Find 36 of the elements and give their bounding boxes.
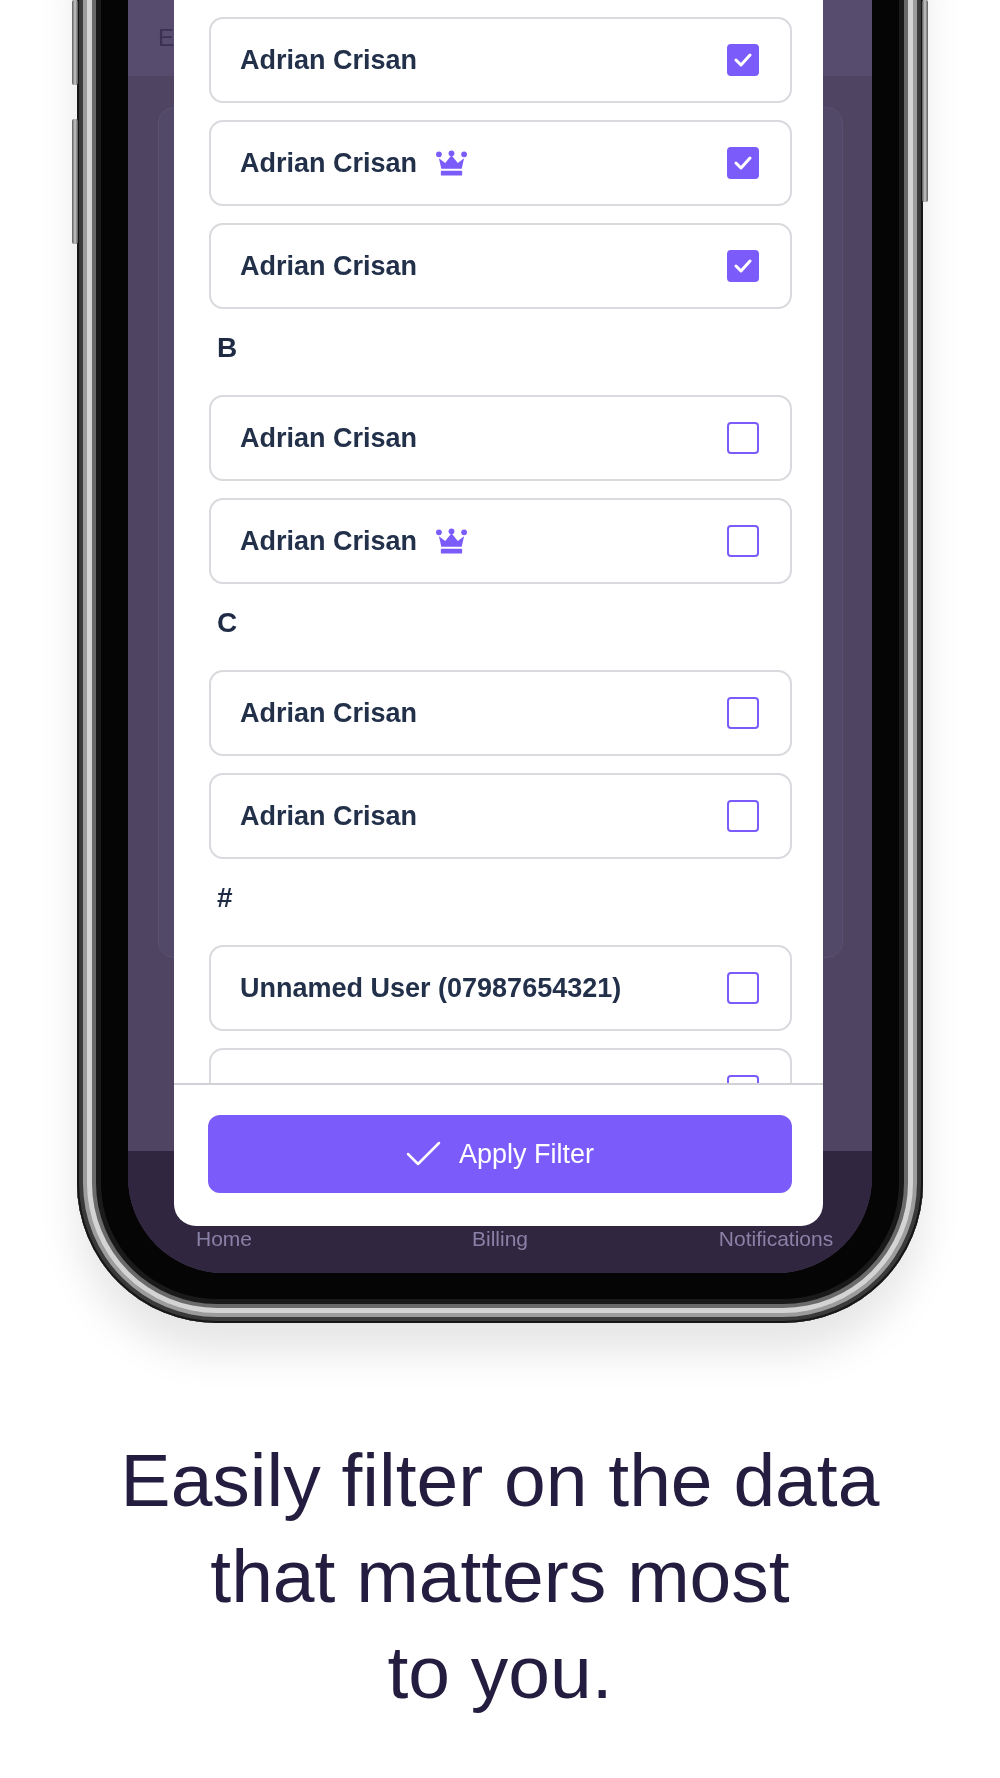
- checkbox[interactable]: [727, 525, 759, 557]
- user-name: Unnamed User (07987654321): [240, 972, 622, 1004]
- section-heading: C: [216, 606, 239, 640]
- user-row[interactable]: Adrian Crisan: [209, 17, 792, 103]
- user-name: Adrian Crisan: [240, 697, 418, 729]
- user-row[interactable]: Adrian Crisan: [209, 773, 792, 859]
- user-row[interactable]: Adrian Crisan: [209, 498, 792, 584]
- user-name: Adrian Crisan: [240, 44, 418, 76]
- user-row[interactable]: Adrian Crisan: [209, 120, 792, 206]
- checkbox[interactable]: [727, 250, 759, 282]
- user-row[interactable]: Unnamed User (07987654321): [209, 945, 792, 1031]
- user-name: Adrian Crisan: [240, 422, 418, 454]
- checkbox[interactable]: [727, 972, 759, 1004]
- user-name: Adrian Crisan: [240, 250, 418, 282]
- user-row[interactable]: Adrian Crisan: [209, 395, 792, 481]
- nav-tab[interactable]: Home: [196, 1227, 252, 1251]
- checkbox[interactable]: [727, 44, 759, 76]
- check-icon: [734, 156, 752, 170]
- caption-text: Easily filter on the data that matters most to you.: [119, 1437, 881, 1716]
- check-icon: [734, 259, 752, 273]
- apply-filter-button[interactable]: Apply Filter: [208, 1115, 792, 1193]
- checkbox[interactable]: [727, 147, 759, 179]
- user-name: Adrian Crisan: [240, 147, 418, 179]
- user-row[interactable]: Adrian Crisan: [209, 670, 792, 756]
- nav-tab[interactable]: Notifications: [718, 1227, 834, 1251]
- nav-tab[interactable]: Billing: [472, 1227, 528, 1251]
- section-heading: #: [216, 881, 234, 915]
- checkbox[interactable]: [727, 422, 759, 454]
- check-icon: [734, 53, 752, 67]
- section-heading: B: [216, 331, 239, 365]
- user-name: Adrian Crisan: [240, 800, 418, 832]
- checkbox[interactable]: [727, 697, 759, 729]
- user-row[interactable]: Adrian Crisan: [209, 223, 792, 309]
- user-name: Adrian Crisan: [240, 525, 418, 557]
- check-icon: [405, 1141, 441, 1167]
- checkbox[interactable]: [727, 800, 759, 832]
